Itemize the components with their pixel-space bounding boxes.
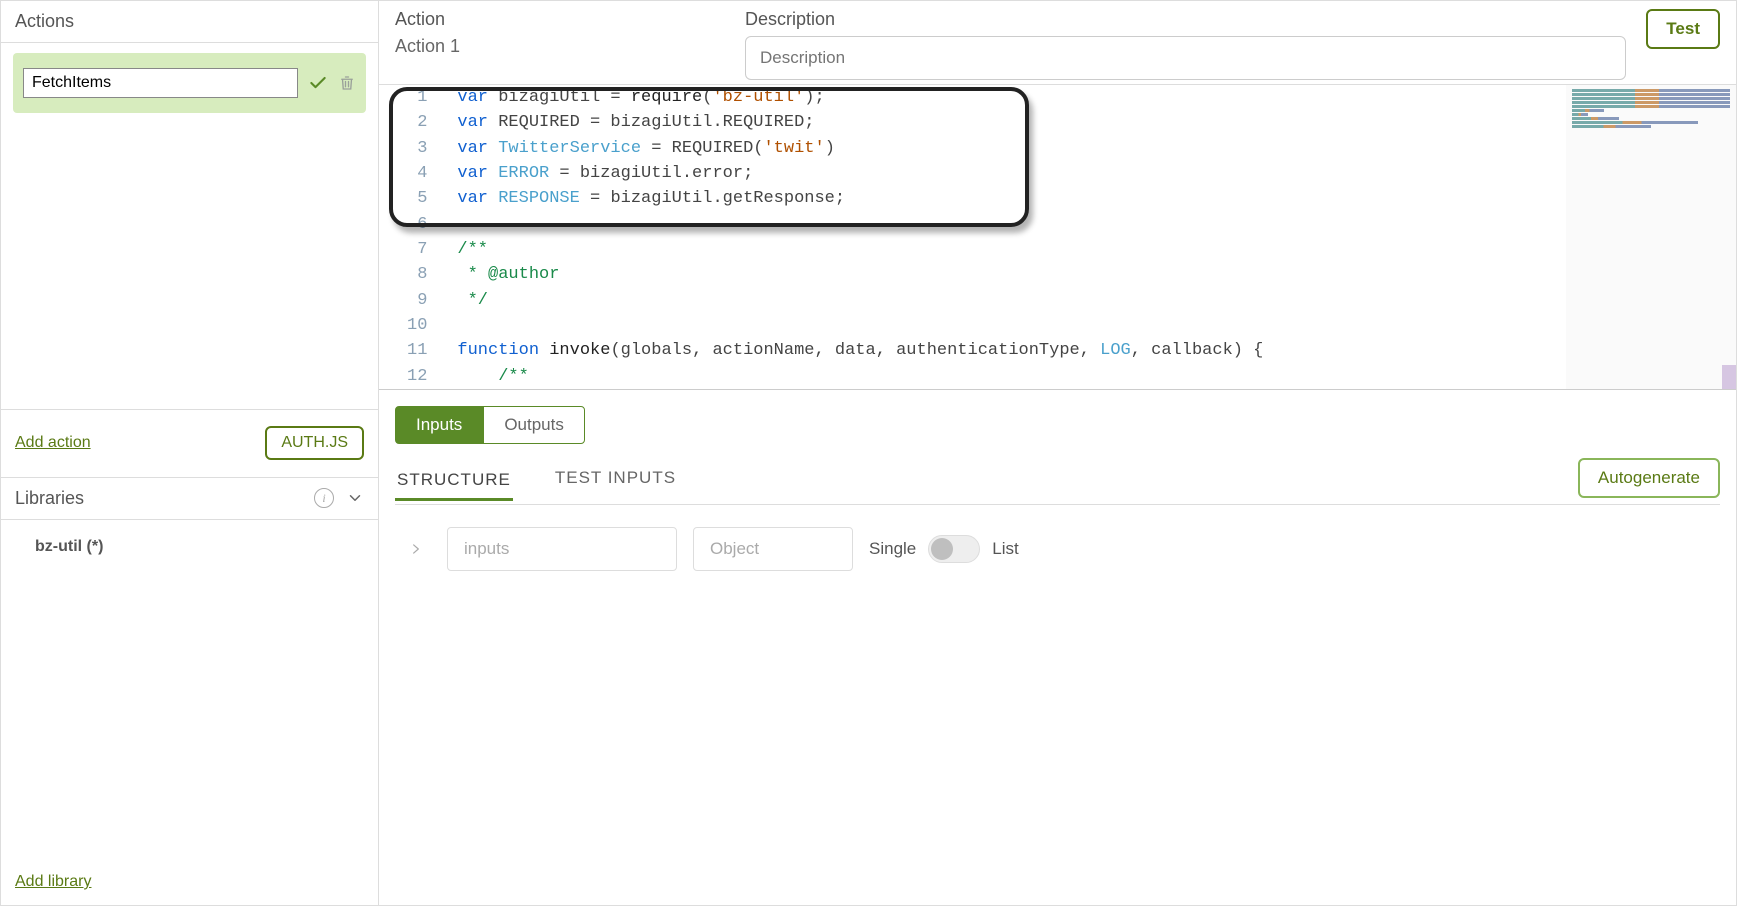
io-section: Inputs Outputs STRUCTURE TEST INPUTS Aut…	[379, 390, 1736, 905]
code-line[interactable]: 3var TwitterService = REQUIRED('twit')	[389, 136, 1263, 161]
action-header-label: Action	[395, 9, 725, 30]
delete-icon[interactable]	[338, 73, 356, 93]
line-code[interactable]: /**	[441, 237, 1263, 262]
test-button[interactable]: Test	[1646, 9, 1720, 49]
io-tabs: Inputs Outputs	[395, 406, 1720, 444]
line-number: 12	[389, 364, 441, 389]
actions-footer: Add action AUTH.JS	[1, 409, 378, 477]
line-number: 10	[389, 313, 441, 338]
structure-tabs-row: STRUCTURE TEST INPUTS Autogenerate	[395, 458, 1720, 505]
line-code[interactable]: var TwitterService = REQUIRED('twit')	[441, 136, 1263, 161]
line-number: 8	[389, 262, 441, 287]
expand-icon[interactable]	[401, 542, 431, 556]
code-line[interactable]: 9 */	[389, 288, 1263, 313]
line-code[interactable]	[441, 313, 1263, 338]
line-code[interactable]: var bizagiUtil = require('bz-util');	[441, 85, 1263, 110]
code-line[interactable]: 5var RESPONSE = bizagiUtil.getResponse;	[389, 186, 1263, 211]
line-number: 1	[389, 85, 441, 110]
add-library-link[interactable]: Add library	[15, 873, 91, 890]
line-code[interactable]: */	[441, 288, 1263, 313]
autogenerate-button[interactable]: Autogenerate	[1578, 458, 1720, 498]
code-line[interactable]: 11function invoke(globals, actionName, d…	[389, 338, 1263, 363]
inputs-name-placeholder: inputs	[464, 539, 509, 559]
description-input[interactable]	[745, 36, 1626, 80]
app-root: Actions Add action AUTH.JS Libraries i	[0, 0, 1737, 906]
inputs-type-placeholder: Object	[710, 539, 759, 559]
code-lines: 1var bizagiUtil = require('bz-util');2va…	[389, 85, 1263, 389]
actions-list	[1, 43, 378, 123]
code-line[interactable]: 12 /**	[389, 364, 1263, 389]
library-item[interactable]: bz-util (*)	[1, 520, 378, 574]
auth-js-button[interactable]: AUTH.JS	[265, 426, 364, 460]
line-number: 2	[389, 110, 441, 135]
code-line[interactable]: 10	[389, 313, 1263, 338]
inputs-row: inputs Object Single List	[395, 505, 1720, 593]
line-number: 9	[389, 288, 441, 313]
subtab-structure[interactable]: STRUCTURE	[395, 462, 513, 501]
editor-scrollbar[interactable]	[1722, 365, 1736, 389]
header-row: Action Action 1 Description Test	[379, 1, 1736, 85]
tab-outputs[interactable]: Outputs	[483, 406, 585, 444]
inputs-name-field[interactable]: inputs	[447, 527, 677, 571]
code-line[interactable]: 4var ERROR = bizagiUtil.error;	[389, 161, 1263, 186]
code-line[interactable]: 8 * @author	[389, 262, 1263, 287]
line-code[interactable]: function invoke(globals, actionName, dat…	[441, 338, 1263, 363]
line-code[interactable]: var RESPONSE = bizagiUtil.getResponse;	[441, 186, 1263, 211]
code-editor[interactable]: 1var bizagiUtil = require('bz-util');2va…	[379, 85, 1736, 390]
toggle-right-label: List	[992, 539, 1018, 559]
subtab-test-inputs[interactable]: TEST INPUTS	[553, 460, 678, 496]
line-code[interactable]: * @author	[441, 262, 1263, 287]
line-number: 7	[389, 237, 441, 262]
action-name-input[interactable]	[23, 68, 298, 98]
cardinality-toggle[interactable]	[928, 535, 980, 563]
chevron-down-icon[interactable]	[346, 489, 364, 507]
line-number: 6	[389, 212, 441, 237]
line-number: 4	[389, 161, 441, 186]
add-action-link[interactable]: Add action	[15, 434, 91, 452]
code-line[interactable]: 1var bizagiUtil = require('bz-util');	[389, 85, 1263, 110]
line-code[interactable]: /**	[441, 364, 1263, 389]
right-panel: Action Action 1 Description Test 1var bi…	[379, 1, 1736, 905]
libraries-header[interactable]: Libraries i	[1, 477, 378, 520]
line-code[interactable]	[441, 212, 1263, 237]
editor-minimap[interactable]	[1566, 85, 1736, 389]
libraries-title: Libraries	[15, 488, 302, 509]
action-header-value: Action 1	[395, 36, 725, 57]
code-line[interactable]: 6	[389, 212, 1263, 237]
tab-inputs[interactable]: Inputs	[395, 406, 483, 444]
description-label: Description	[745, 9, 1626, 30]
line-number: 11	[389, 338, 441, 363]
confirm-icon[interactable]	[308, 73, 328, 93]
line-number: 3	[389, 136, 441, 161]
inputs-type-field[interactable]: Object	[693, 527, 853, 571]
left-panel: Actions Add action AUTH.JS Libraries i	[1, 1, 379, 905]
line-number: 5	[389, 186, 441, 211]
line-code[interactable]: var ERROR = bizagiUtil.error;	[441, 161, 1263, 186]
line-code[interactable]: var REQUIRED = bizagiUtil.REQUIRED;	[441, 110, 1263, 135]
code-line[interactable]: 2var REQUIRED = bizagiUtil.REQUIRED;	[389, 110, 1263, 135]
code-line[interactable]: 7/**	[389, 237, 1263, 262]
action-item[interactable]	[13, 53, 366, 113]
cardinality-toggle-wrap: Single List	[869, 535, 1019, 563]
info-icon[interactable]: i	[314, 488, 334, 508]
actions-title: Actions	[1, 1, 378, 43]
libraries-footer: Add library	[1, 859, 378, 905]
toggle-left-label: Single	[869, 539, 916, 559]
